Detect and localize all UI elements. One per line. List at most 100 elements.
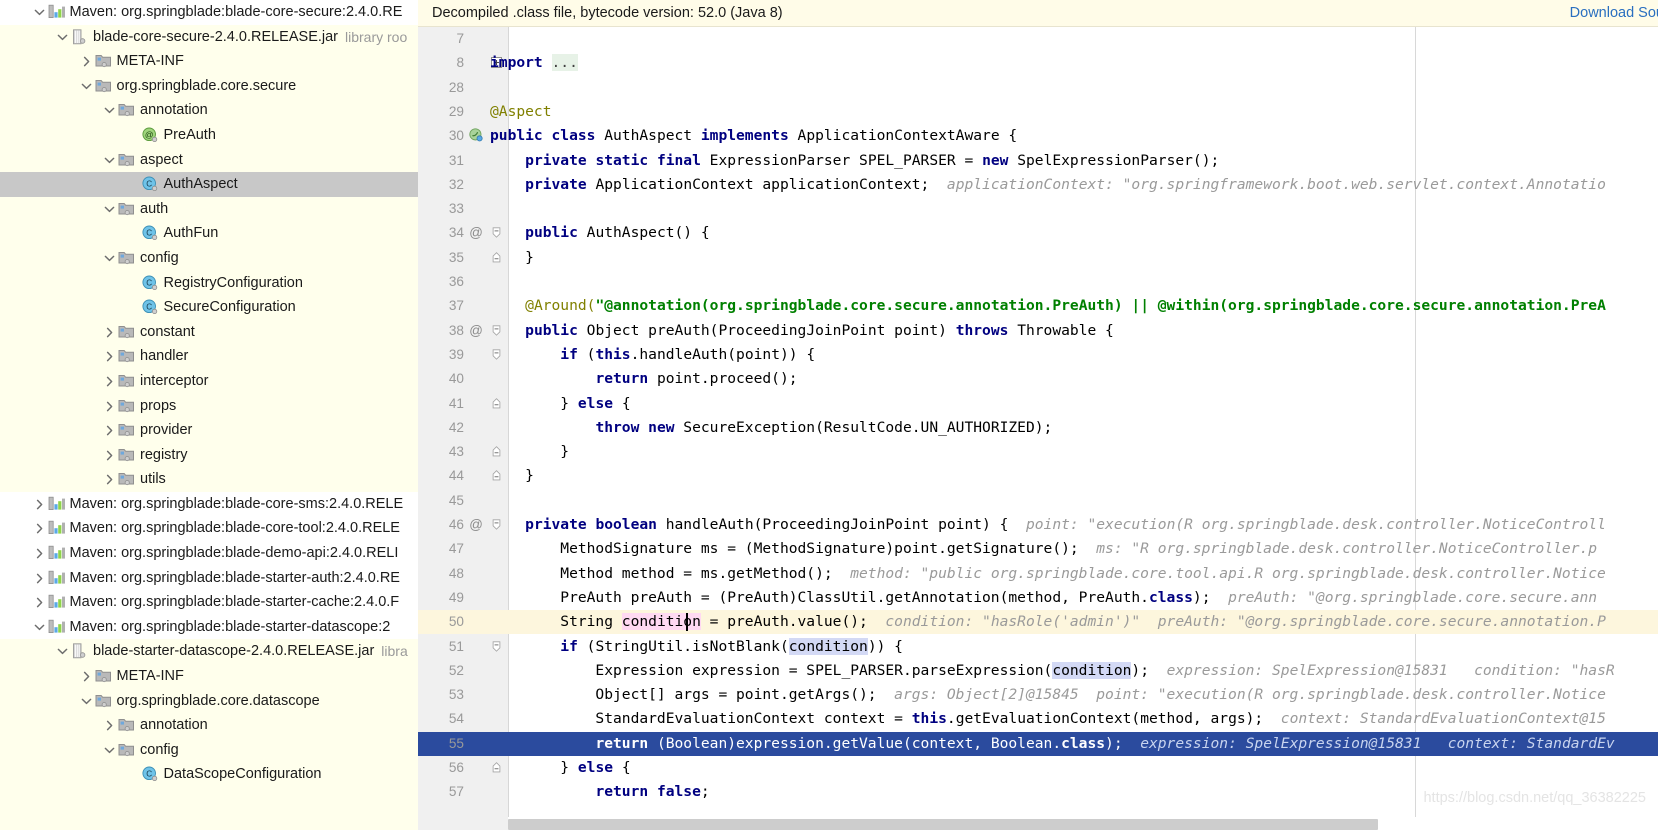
code-line-43[interactable]: 43 } bbox=[418, 440, 1658, 464]
tree-item-props[interactable]: props bbox=[0, 394, 418, 419]
code-line-34[interactable]: 34 @ public AuthAspect() { bbox=[418, 221, 1658, 245]
tree-item-maven-org-springblade-blade-starter-auth-2-4-0-r[interactable]: Maven: org.springblade:blade-starter-aut… bbox=[0, 565, 418, 591]
code-line-47[interactable]: 47 MethodSignature ms = (MethodSignature… bbox=[418, 537, 1658, 561]
code-line-52[interactable]: 52 Expression expression = SPEL_PARSER.p… bbox=[418, 659, 1658, 683]
tree-item-maven-org-springblade-blade-starter-cache-2-4-0-[interactable]: Maven: org.springblade:blade-starter-cac… bbox=[0, 590, 418, 615]
code-line-8[interactable]: 8 import ... bbox=[418, 51, 1658, 75]
tree-item-datascopeconfiguration[interactable]: C DataScopeConfiguration bbox=[0, 762, 418, 787]
tree-item-registryconfiguration[interactable]: C RegistryConfiguration bbox=[0, 271, 418, 296]
tree-item-org-springblade-core-datascope[interactable]: org.springblade.core.datascope bbox=[0, 689, 418, 714]
chevron-right-icon[interactable] bbox=[102, 443, 117, 468]
tree-item-aspect[interactable]: aspect bbox=[0, 148, 418, 173]
code-line-41[interactable]: 41 } else { bbox=[418, 392, 1658, 416]
tree-item-blade-core-secure-2-4-0-release-jar[interactable]: blade-core-secure-2.4.0.RELEASE.jar libra… bbox=[0, 25, 418, 50]
chevron-right-icon[interactable] bbox=[102, 394, 117, 419]
tree-item-auth[interactable]: auth bbox=[0, 197, 418, 222]
code-line-32[interactable]: 32 private ApplicationContext applicatio… bbox=[418, 173, 1658, 197]
code-line-48[interactable]: 48 Method method = ms.getMethod(); metho… bbox=[418, 562, 1658, 586]
chevron-down-icon[interactable] bbox=[79, 74, 94, 99]
chevron-down-icon[interactable] bbox=[102, 246, 117, 271]
code-line-50[interactable]: 50 String condition = preAuth.value(); c… bbox=[418, 610, 1658, 635]
chevron-right-icon[interactable] bbox=[102, 320, 117, 345]
override-annotation-gutter-mark[interactable]: @ bbox=[468, 221, 484, 245]
code-line-36[interactable]: 36 bbox=[418, 270, 1658, 294]
override-annotation-gutter-mark[interactable]: @ bbox=[468, 513, 484, 537]
code-line-33[interactable]: 33 bbox=[418, 197, 1658, 221]
code-line-46[interactable]: 46 @ private boolean handleAuth(Proceedin… bbox=[418, 513, 1658, 537]
tree-item-secureconfiguration[interactable]: C SecureConfiguration bbox=[0, 295, 418, 320]
chevron-right-icon[interactable] bbox=[32, 492, 47, 517]
tree-item-authaspect[interactable]: C AuthAspect bbox=[0, 172, 418, 197]
code-line-49[interactable]: 49 PreAuth preAuth = (PreAuth)ClassUtil.… bbox=[418, 586, 1658, 610]
chevron-down-icon[interactable] bbox=[32, 615, 47, 640]
code-line-29[interactable]: 29 @Aspect bbox=[418, 100, 1658, 124]
chevron-right-icon[interactable] bbox=[79, 49, 94, 74]
tree-item-handler[interactable]: handler bbox=[0, 344, 418, 369]
code-line-35[interactable]: 35 } bbox=[418, 246, 1658, 270]
code-line-45[interactable]: 45 bbox=[418, 489, 1658, 513]
chevron-right-icon[interactable] bbox=[32, 566, 47, 591]
project-tree-panel[interactable]: Maven: org.springblade:blade-core-secure… bbox=[0, 0, 418, 830]
code-line-56[interactable]: 56 } else { bbox=[418, 756, 1658, 780]
code-line-39[interactable]: 39 if (this.handleAuth(point)) { bbox=[418, 343, 1658, 367]
horizontal-scrollbar-thumb[interactable] bbox=[508, 819, 1378, 830]
tree-item-maven-org-springblade-blade-demo-api-2-4-0-reli[interactable]: Maven: org.springblade:blade-demo-api:2.… bbox=[0, 541, 418, 566]
code-editor[interactable]: 7 8 import ... 28 29 @Aspect 30 public class Au… bbox=[418, 27, 1658, 830]
line-number: 8 bbox=[456, 55, 464, 71]
tree-item-maven-org-springblade-blade-core-sms-2-4-0-rele[interactable]: Maven: org.springblade:blade-core-sms:2.… bbox=[0, 491, 418, 517]
code-line-57[interactable]: 57 return false; bbox=[418, 780, 1658, 804]
code-line-31[interactable]: 31 private static final ExpressionParser… bbox=[418, 149, 1658, 173]
horizontal-scrollbar-track[interactable] bbox=[508, 817, 1658, 830]
code-line-28[interactable]: 28 bbox=[418, 76, 1658, 100]
tree-item-maven-org-springblade-blade-core-tool-2-4-0-rele[interactable]: Maven: org.springblade:blade-core-tool:2… bbox=[0, 516, 418, 542]
chevron-right-icon[interactable] bbox=[102, 418, 117, 443]
tree-item-org-springblade-core-secure[interactable]: org.springblade.core.secure bbox=[0, 74, 418, 99]
tree-item-interceptor[interactable]: interceptor bbox=[0, 369, 418, 394]
chevron-right-icon[interactable] bbox=[32, 541, 47, 566]
chevron-down-icon[interactable] bbox=[79, 689, 94, 714]
tree-item-annotation[interactable]: annotation bbox=[0, 713, 418, 738]
tree-item-maven-org-springblade-blade-core-secure-2-4-0-re[interactable]: Maven: org.springblade:blade-core-secure… bbox=[0, 0, 418, 25]
spring-bean-gutter-icon[interactable] bbox=[468, 124, 484, 148]
tree-item-config[interactable]: config bbox=[0, 738, 418, 763]
tree-item-preauth[interactable]: @ PreAuth bbox=[0, 123, 418, 148]
code-line-37[interactable]: 37 @Around("@annotation(org.springblade.… bbox=[418, 294, 1658, 318]
code-line-44[interactable]: 44 } bbox=[418, 464, 1658, 488]
chevron-right-icon[interactable] bbox=[32, 590, 47, 615]
chevron-down-icon[interactable] bbox=[32, 0, 47, 25]
code-line-55[interactable]: 55 return (Boolean)expression.getValue(c… bbox=[418, 731, 1658, 756]
code-line-53[interactable]: 53 Object[] args = point.getArgs(); args… bbox=[418, 683, 1658, 707]
chevron-down-icon[interactable] bbox=[55, 639, 70, 664]
tree-item-annotation[interactable]: annotation bbox=[0, 98, 418, 123]
download-sources-link[interactable]: Download Sou bbox=[1570, 5, 1658, 21]
tree-item-registry[interactable]: registry bbox=[0, 443, 418, 468]
code-line-30[interactable]: 30 public class AuthAspect implements App… bbox=[418, 124, 1658, 148]
tree-item-utils[interactable]: utils bbox=[0, 467, 418, 492]
tree-item-meta-inf[interactable]: META-INF bbox=[0, 664, 418, 689]
tree-item-maven-org-springblade-blade-starter-datascope-2[interactable]: Maven: org.springblade:blade-starter-dat… bbox=[0, 614, 418, 640]
code-line-54[interactable]: 54 StandardEvaluationContext context = t… bbox=[418, 707, 1658, 731]
code-line-42[interactable]: 42 throw new SecureException(ResultCode.… bbox=[418, 416, 1658, 440]
code-line-38[interactable]: 38 @ public Object preAuth(ProceedingJoin… bbox=[418, 319, 1658, 343]
chevron-right-icon[interactable] bbox=[102, 369, 117, 394]
chevron-down-icon[interactable] bbox=[102, 98, 117, 123]
chevron-right-icon[interactable] bbox=[102, 344, 117, 369]
chevron-down-icon[interactable] bbox=[102, 197, 117, 222]
chevron-right-icon[interactable] bbox=[32, 516, 47, 541]
tree-item-config[interactable]: config bbox=[0, 246, 418, 271]
code-line-40[interactable]: 40 return point.proceed(); bbox=[418, 367, 1658, 391]
tree-item-provider[interactable]: provider bbox=[0, 418, 418, 443]
tree-item-blade-starter-datascope-2-4-0-release-jar[interactable]: blade-starter-datascope-2.4.0.RELEASE.ja… bbox=[0, 639, 418, 664]
code-line-51[interactable]: 51 if (StringUtil.isNotBlank(condition))… bbox=[418, 635, 1658, 659]
code-line-7[interactable]: 7 bbox=[418, 27, 1658, 51]
tree-item-meta-inf[interactable]: META-INF bbox=[0, 49, 418, 74]
chevron-right-icon[interactable] bbox=[102, 713, 117, 738]
override-annotation-gutter-mark[interactable]: @ bbox=[468, 319, 484, 343]
tree-item-authfun[interactable]: C AuthFun bbox=[0, 221, 418, 246]
chevron-down-icon[interactable] bbox=[102, 148, 117, 173]
chevron-down-icon[interactable] bbox=[55, 25, 70, 50]
chevron-right-icon[interactable] bbox=[79, 664, 94, 689]
tree-item-constant[interactable]: constant bbox=[0, 320, 418, 345]
chevron-right-icon[interactable] bbox=[102, 467, 117, 492]
chevron-down-icon[interactable] bbox=[102, 738, 117, 763]
